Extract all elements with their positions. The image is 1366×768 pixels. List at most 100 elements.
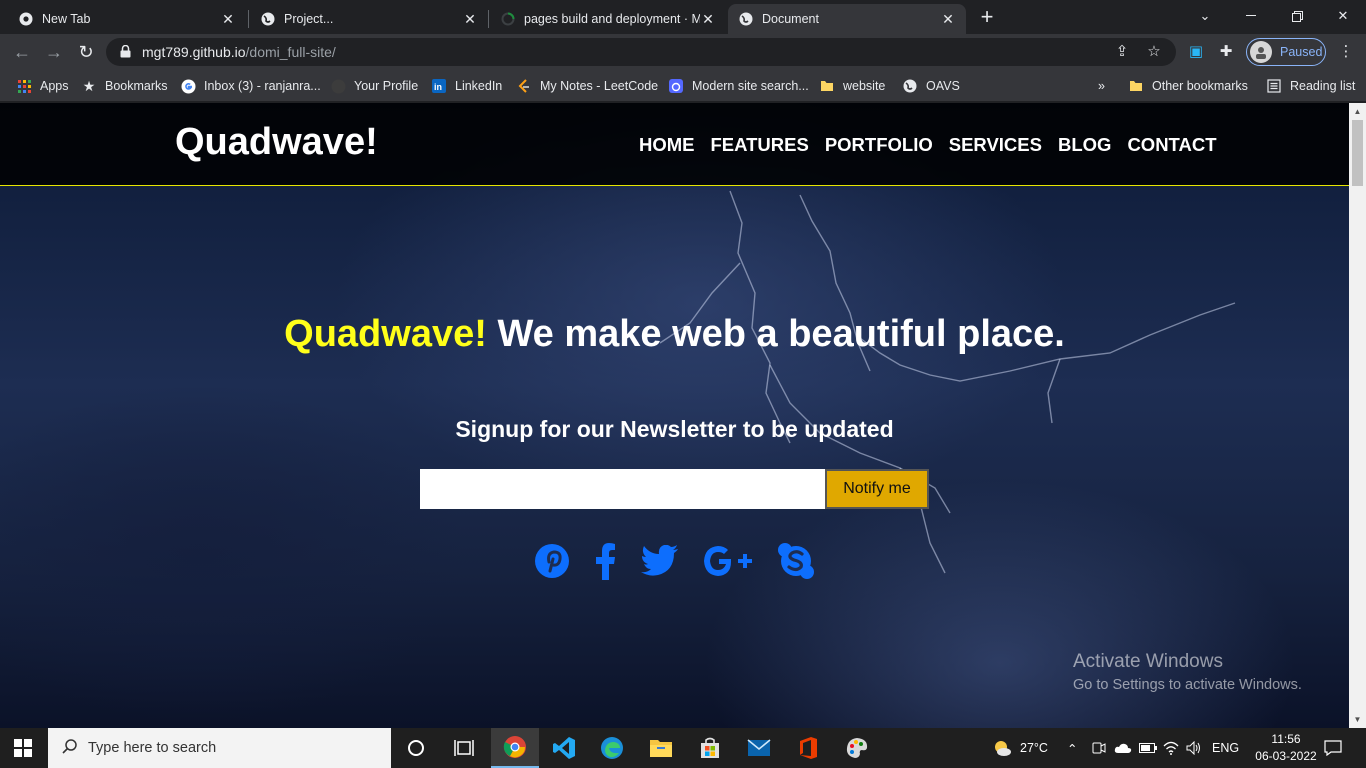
task-view-icon[interactable] xyxy=(440,728,488,768)
bookmark-apps[interactable]: Apps xyxy=(16,76,69,96)
bookmark-bookmarks[interactable]: ★ Bookmarks xyxy=(81,76,168,96)
bookmark-label: My Notes - LeetCode xyxy=(540,79,659,93)
newsletter-email-input[interactable] xyxy=(420,469,825,509)
wifi-icon[interactable] xyxy=(1163,728,1179,768)
file-explorer-icon[interactable] xyxy=(637,728,685,768)
cortana-icon[interactable] xyxy=(392,728,440,768)
language-indicator[interactable]: ENG xyxy=(1212,728,1239,768)
notify-me-button[interactable]: Notify me xyxy=(825,469,929,509)
tab-project[interactable]: Project... ✕ xyxy=(250,4,488,34)
tab-close-icon[interactable]: ✕ xyxy=(700,11,716,27)
google-icon xyxy=(180,78,196,94)
pinterest-icon[interactable] xyxy=(532,541,572,581)
battery-icon[interactable] xyxy=(1139,728,1157,768)
bookmark-other-bookmarks[interactable]: Other bookmarks xyxy=(1128,76,1248,96)
site-logo[interactable]: Quadwave! xyxy=(175,121,378,164)
tab-title: Project... xyxy=(284,12,334,26)
reading-list-button[interactable]: Reading list xyxy=(1266,76,1355,96)
onedrive-cloud-icon[interactable] xyxy=(1114,728,1132,768)
tab-close-icon[interactable]: ✕ xyxy=(462,11,478,27)
tab-search-chevron-icon[interactable]: ⌄ xyxy=(1182,0,1228,32)
nav-home[interactable]: HOME xyxy=(639,134,695,156)
bookmark-modern-site-search[interactable]: Modern site search... xyxy=(668,76,809,96)
nav-blog[interactable]: BLOG xyxy=(1058,134,1111,156)
skype-icon[interactable] xyxy=(776,541,816,581)
twitter-icon[interactable] xyxy=(640,541,680,581)
microsoft-store-icon[interactable] xyxy=(686,728,734,768)
lock-icon xyxy=(120,44,132,59)
bookmark-label: LinkedIn xyxy=(455,79,503,93)
chrome-taskbar-icon[interactable] xyxy=(491,728,539,768)
scroll-up-icon[interactable]: ▲ xyxy=(1349,103,1366,120)
nav-contact[interactable]: CONTACT xyxy=(1127,134,1216,156)
bookmark-label: Bookmarks xyxy=(105,79,168,93)
weather-widget[interactable]: 27°C xyxy=(992,728,1048,768)
nav-portfolio[interactable]: PORTFOLIO xyxy=(825,134,933,156)
forward-icon[interactable]: → xyxy=(42,40,66,64)
taskbar-clock[interactable]: 11:56 06-03-2022 xyxy=(1254,731,1318,765)
taskbar-search-box[interactable]: Type here to search xyxy=(48,728,391,768)
extension-screen-icon[interactable]: ▣ xyxy=(1186,42,1206,62)
newsletter-heading: Signup for our Newsletter to be updated xyxy=(455,416,894,442)
tab-new-tab[interactable]: New Tab ✕ xyxy=(8,4,246,34)
office-icon[interactable] xyxy=(784,728,832,768)
reload-icon[interactable]: ↻ xyxy=(74,40,98,64)
tab-close-icon[interactable]: ✕ xyxy=(220,11,236,27)
tab-close-icon[interactable]: ✕ xyxy=(940,11,956,27)
notifications-icon[interactable] xyxy=(1324,728,1342,768)
extensions-puzzle-icon[interactable]: ✚ xyxy=(1216,42,1236,62)
share-icon[interactable]: ⇪ xyxy=(1112,42,1132,62)
menu-kebab-icon[interactable]: ⋮ xyxy=(1336,42,1356,62)
watermark-subtitle: Go to Settings to activate Windows. xyxy=(1073,677,1302,693)
bookmarks-overflow-icon[interactable]: » xyxy=(1098,76,1105,96)
volume-icon[interactable] xyxy=(1186,728,1202,768)
edge-icon[interactable] xyxy=(588,728,636,768)
mail-icon[interactable] xyxy=(735,728,783,768)
tab-strip: New Tab ✕ Project... ✕ pages build and d… xyxy=(0,0,1366,34)
show-hidden-icons-chevron-icon[interactable]: ⌃ xyxy=(1067,728,1077,768)
windows-taskbar: Type here to search 27°C ⌃ ENG 11:56 06-… xyxy=(0,728,1366,768)
restore-icon[interactable] xyxy=(1274,0,1320,32)
linkedin-icon: in xyxy=(431,78,447,94)
back-icon[interactable]: ← xyxy=(10,40,34,64)
folder-icon xyxy=(1128,78,1144,94)
tab-pages-build[interactable]: pages build and deployment · Mo ✕ xyxy=(490,4,726,34)
bookmark-inbox[interactable]: Inbox (3) - ranjanra... xyxy=(180,76,321,96)
avatar xyxy=(1250,41,1272,63)
tab-title: Document xyxy=(762,12,819,26)
svg-text:in: in xyxy=(434,82,442,92)
globe-icon xyxy=(260,11,276,27)
url-host: mgt789.github.io xyxy=(142,44,246,60)
address-bar[interactable]: mgt789.github.io/domi_full-site/ xyxy=(106,38,1176,66)
facebook-icon[interactable] xyxy=(585,541,625,581)
page-scrollbar[interactable]: ▲ ▼ xyxy=(1349,103,1366,728)
windows-start-icon[interactable] xyxy=(14,739,32,757)
bookmark-star-icon[interactable]: ☆ xyxy=(1144,42,1164,62)
tab-document[interactable]: Document ✕ xyxy=(728,4,966,34)
bookmark-leetcode[interactable]: My Notes - LeetCode xyxy=(516,76,658,96)
scroll-down-icon[interactable]: ▼ xyxy=(1349,711,1366,728)
tab-separator xyxy=(488,10,489,28)
nav-features[interactable]: FEATURES xyxy=(711,134,809,156)
paint-icon[interactable] xyxy=(833,728,881,768)
search-icon xyxy=(62,738,78,758)
profile-button[interactable]: Paused xyxy=(1246,38,1326,66)
meet-now-icon[interactable] xyxy=(1092,728,1106,768)
google-plus-icon[interactable] xyxy=(703,541,755,581)
bookmark-linkedin[interactable]: in LinkedIn xyxy=(431,76,502,96)
vscode-icon[interactable] xyxy=(540,728,588,768)
new-tab-icon[interactable]: + xyxy=(976,6,998,28)
leetcode-icon xyxy=(516,78,532,94)
bookmark-website[interactable]: website xyxy=(819,76,885,96)
nav-services[interactable]: SERVICES xyxy=(949,134,1042,156)
browser-toolbar: ← → ↻ mgt789.github.io/domi_full-site/ ⇪… xyxy=(0,34,1366,70)
minimize-icon[interactable] xyxy=(1228,0,1274,32)
scroll-thumb[interactable] xyxy=(1352,120,1363,186)
close-window-icon[interactable]: ✕ xyxy=(1320,0,1366,32)
bookmark-your-profile[interactable]: Your Profile xyxy=(330,76,418,96)
bookmark-oavs[interactable]: OAVS xyxy=(902,76,960,96)
tab-title: New Tab xyxy=(42,12,91,26)
chrome-icon xyxy=(18,11,34,27)
bookmark-label: Your Profile xyxy=(354,79,419,93)
apps-grid-icon xyxy=(16,78,32,94)
